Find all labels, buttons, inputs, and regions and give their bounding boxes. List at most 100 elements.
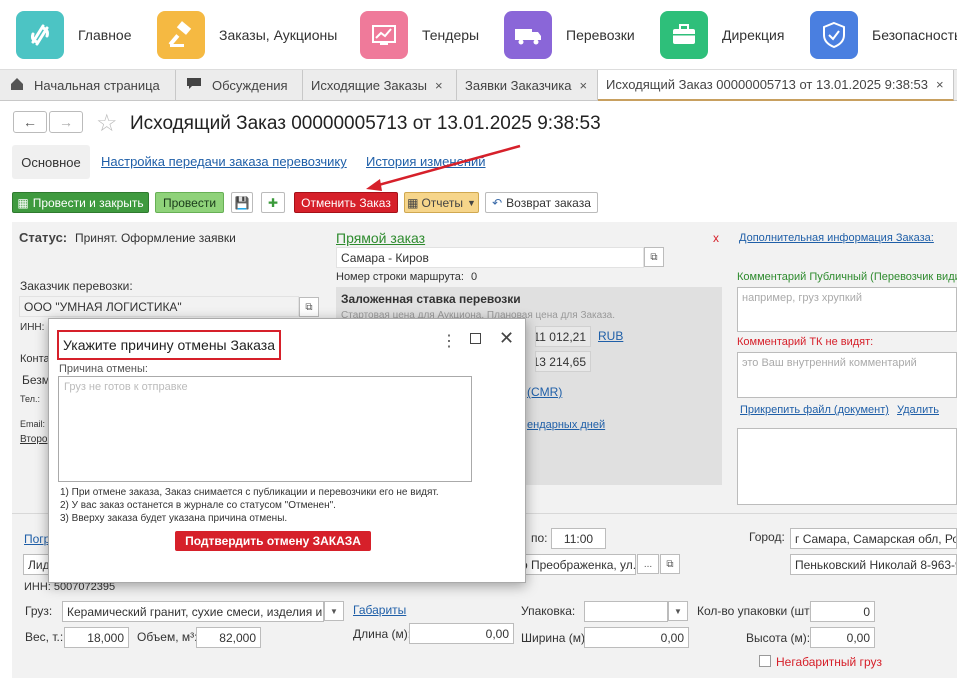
height-field[interactable]: 0,00	[810, 627, 875, 648]
dimensions-link[interactable]: Габариты	[353, 603, 406, 617]
route-value: Самара - Киров	[341, 250, 429, 265]
contact-person-field[interactable]: Пеньковский Николай 8-963-910	[790, 554, 957, 575]
direct-order-link[interactable]: Прямой заказ	[336, 230, 425, 246]
confirm-cancel-button[interactable]: Подтвердить отмену ЗАКАЗА	[175, 531, 371, 551]
volume-field[interactable]: 82,000	[196, 627, 261, 648]
tk-comment-input[interactable]: это Ваш внутренний комментарий	[737, 352, 957, 398]
email-label: Email:	[20, 419, 46, 429]
route-field[interactable]: Самара - Киров	[336, 247, 644, 268]
section-main[interactable]: Главное	[16, 11, 132, 59]
length-value: 0,00	[485, 626, 509, 641]
chevron-down-icon: ▼	[330, 606, 338, 616]
close-icon[interactable]: ×	[936, 77, 944, 92]
open-address-button[interactable]: ⧉	[660, 554, 680, 574]
close-icon[interactable]: ×	[435, 78, 443, 93]
reports-dropdown[interactable]: ▦ Отчеты ▼	[404, 192, 479, 213]
oversize-checkbox[interactable]	[759, 655, 771, 667]
cancel-order-button[interactable]: Отменить Заказ	[294, 192, 398, 213]
public-comment-label: Комментарий Публичный (Перевозчик види	[737, 271, 957, 283]
packing-label: Упаковка:	[521, 604, 576, 618]
back-button[interactable]: ←	[13, 111, 47, 133]
contact-label: Конта	[20, 353, 50, 365]
close-x-icon[interactable]: x	[713, 231, 719, 245]
section-security[interactable]: Безопасность	[810, 11, 957, 59]
chat-icon	[186, 77, 202, 94]
attachments-list[interactable]	[737, 428, 957, 505]
public-comment-input[interactable]: например, груз хрупкий	[737, 287, 957, 332]
customer-field[interactable]: ООО "УМНАЯ ЛОГИСТИКА"	[19, 296, 299, 317]
tk-comment-label: Комментарий ТК не видят:	[737, 336, 874, 348]
rate-header: Заложенная ставка перевозки	[341, 292, 521, 306]
close-icon[interactable]: ✕	[499, 328, 514, 349]
subtab-transfer-settings[interactable]: Настройка передачи заказа перевозчику	[101, 154, 347, 169]
open-customer-button[interactable]: ⧉	[299, 297, 319, 317]
section-orders[interactable]: Заказы, Аукционы	[157, 11, 337, 59]
rate-with-vat-field[interactable]: 13 214,65	[535, 351, 591, 372]
delete-file-link[interactable]: Удалить	[897, 404, 939, 416]
tab-home[interactable]: Начальная страница	[0, 70, 176, 101]
cmr-link[interactable]: (CMR)	[527, 385, 562, 399]
open-route-button[interactable]: ⧉	[644, 247, 664, 267]
save-button[interactable]: 💾	[231, 192, 253, 213]
address-field[interactable]: о Преображенка, ул. I	[516, 554, 636, 575]
packing-dropdown-button[interactable]: ▼	[668, 601, 688, 621]
tab-current-order[interactable]: Исходящий Заказ 00000005713 от 13.01.202…	[598, 70, 954, 101]
city-label: Город:	[749, 530, 785, 544]
post-and-close-button[interactable]: ▦ Провести и закрыть	[12, 192, 149, 213]
length-field[interactable]: 0,00	[409, 623, 514, 644]
page-title: Исходящий Заказ 00000005713 от 13.01.202…	[130, 113, 601, 134]
extra-info-link[interactable]: Дополнительная информация Заказа:	[739, 232, 934, 244]
second-contact-link[interactable]: Второ	[20, 434, 48, 445]
reason-label: Причина отмены:	[59, 363, 148, 375]
subtab-history[interactable]: История изменений	[366, 154, 486, 169]
more-menu-icon[interactable]: ⋮	[441, 331, 457, 351]
section-transport[interactable]: Перевозки	[504, 11, 635, 59]
calendar-days-link[interactable]: ендарных дней	[527, 419, 605, 431]
forward-button[interactable]: →	[49, 111, 83, 133]
subtab-main[interactable]: Основное	[12, 145, 90, 179]
oversize-label: Негабаритный груз	[776, 655, 882, 669]
copy-document-button[interactable]: ✚	[261, 192, 285, 213]
section-security-label: Безопасность	[872, 27, 957, 43]
packing-count-field[interactable]: 0	[810, 601, 875, 622]
cargo-field[interactable]: Керамический гранит, сухие смеси, издели…	[62, 601, 324, 622]
open-tabs-bar: Начальная страница Обсуждения Исходящие …	[0, 70, 957, 101]
width-field[interactable]: 0,00	[584, 627, 689, 648]
post-button[interactable]: Провести	[155, 192, 224, 213]
section-tenders-label: Тендеры	[422, 27, 480, 43]
weight-field[interactable]: 18,000	[64, 627, 129, 648]
planned-rate-field[interactable]: 11 012,21	[535, 326, 591, 347]
customer-value: ООО "УМНАЯ ЛОГИСТИКА"	[24, 299, 182, 314]
currency-link[interactable]: RUB	[598, 329, 623, 343]
section-direction[interactable]: Дирекция	[660, 11, 784, 59]
return-order-button[interactable]: ↶ Возврат заказа	[485, 192, 598, 213]
length-label: Длина (м):	[353, 627, 412, 641]
close-icon[interactable]: ×	[580, 78, 588, 93]
return-order-label: Возврат заказа	[506, 195, 591, 210]
save-icon: 💾	[234, 195, 250, 210]
main-section-icon	[16, 11, 64, 59]
height-value: 0,00	[846, 630, 870, 645]
tab-discussions[interactable]: Обсуждения	[176, 70, 303, 101]
time-to-field[interactable]: 11:00	[551, 528, 606, 549]
loading-link[interactable]: Погр	[24, 532, 50, 546]
tab-outgoing-orders[interactable]: Исходящие Заказы ×	[303, 70, 457, 101]
packing-field[interactable]	[584, 601, 668, 622]
weight-label: Вес, т.:	[25, 630, 64, 644]
reason-textarea[interactable]: Груз не готов к отправке	[58, 376, 472, 482]
time-to-value: 11:00	[563, 531, 594, 546]
height-label: Высота (м):	[746, 631, 811, 645]
tab-customer-requests[interactable]: Заявки Заказчика ×	[457, 70, 598, 101]
attach-file-link[interactable]: Прикрепить файл (документ)	[740, 404, 889, 416]
cargo-value: Керамический гранит, сухие смеси, издели…	[67, 604, 324, 619]
maximize-icon[interactable]	[470, 333, 481, 344]
favorite-star-icon[interactable]: ☆	[96, 109, 118, 138]
address-select-button[interactable]: ...	[637, 554, 659, 574]
cargo-dropdown-button[interactable]: ▼	[324, 601, 344, 621]
rate-with-vat-value: 13 214,65	[535, 354, 586, 369]
section-tenders[interactable]: Тендеры	[360, 11, 479, 59]
packing-count-value: 0	[863, 604, 870, 619]
dialog-title: Укажите причину отмены Заказа	[57, 330, 282, 360]
tab-outgoing-orders-label: Исходящие Заказы	[311, 78, 428, 93]
city-field[interactable]: г Самара, Самарская обл, Росси	[790, 528, 957, 549]
